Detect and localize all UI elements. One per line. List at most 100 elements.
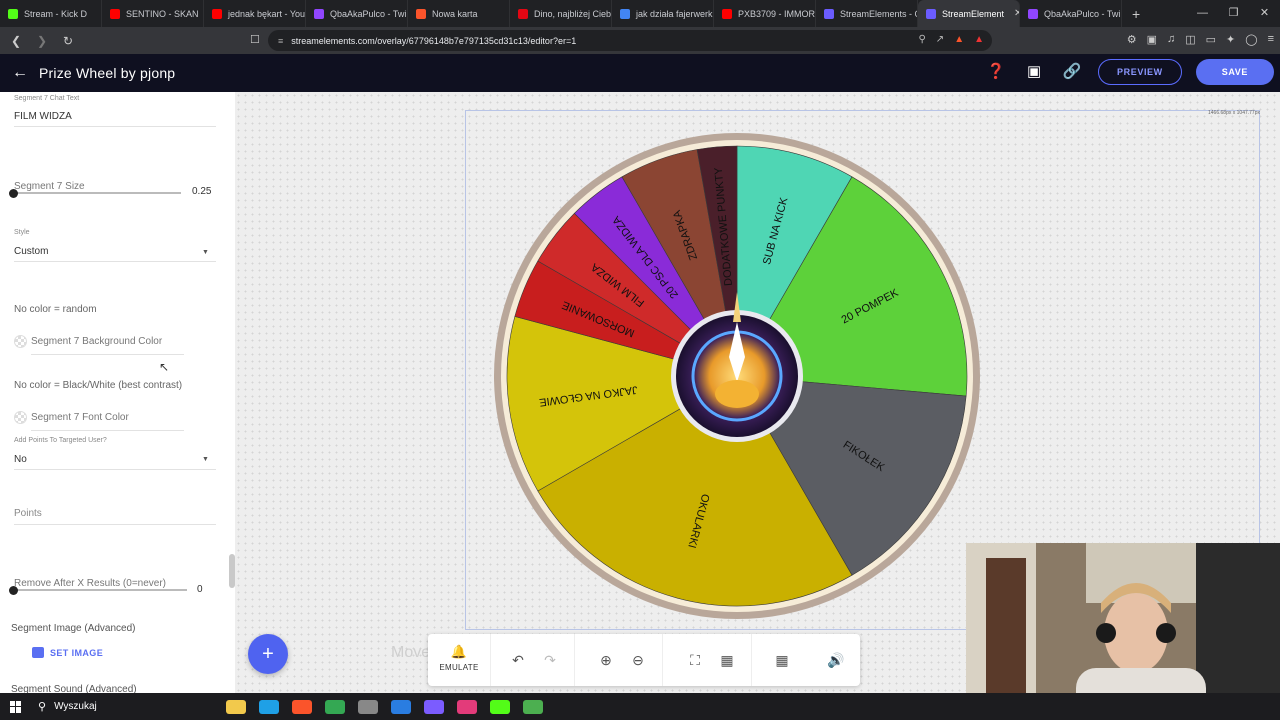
chrome-icon[interactable] <box>325 699 346 714</box>
points-input[interactable]: Points <box>14 508 42 519</box>
url-field[interactable]: ≡ streamelements.com/overlay/67796148b7e… <box>268 30 992 51</box>
tab-favicon-icon <box>8 8 18 19</box>
share-icon[interactable]: ↗ <box>936 34 944 45</box>
grid-icon[interactable]: ▦ <box>766 634 798 686</box>
app-icon-3[interactable] <box>523 699 544 714</box>
size-slider-value: 0.25 <box>192 186 212 197</box>
remove-after-slider-track[interactable] <box>13 589 187 591</box>
forward-icon[interactable]: ❯ <box>32 34 52 48</box>
prize-wheel[interactable]: SUB NA KICK20 POMPEKFIKOŁEKOKULARKIJAJKO… <box>493 132 981 620</box>
windows-start-icon[interactable] <box>10 700 22 713</box>
leo-ai-icon[interactable]: ✦ <box>1226 33 1235 46</box>
undo-icon[interactable]: ↶ <box>502 634 534 686</box>
close-window-icon[interactable]: ✕ <box>1249 0 1280 27</box>
bell-icon: 🔔 <box>450 644 468 659</box>
vpn-icon[interactable]: ◯ <box>1245 33 1257 46</box>
screenshot-icon[interactable]: ▣ <box>1147 33 1157 46</box>
reload-icon[interactable]: ↻ <box>58 34 78 48</box>
bg-color-field[interactable]: Segment 7 Background Color <box>31 336 162 347</box>
points-underline <box>14 524 216 525</box>
help-icon[interactable]: ❓ <box>984 60 1008 84</box>
style-dropdown-arrow-icon[interactable]: ▼ <box>202 249 209 256</box>
toolbar-divider <box>574 634 575 686</box>
restore-icon[interactable]: ❐ <box>1218 0 1249 27</box>
tab-favicon-icon <box>518 8 528 19</box>
segment-sound-heading: Segment Sound (Advanced) <box>11 684 137 693</box>
tab-title: Nowa karta <box>432 8 478 19</box>
chat-text-input[interactable]: FILM WIDZA <box>14 111 72 122</box>
browser-tab[interactable]: QbaAkaPulco - Twi <box>1020 0 1122 27</box>
fullscreen-icon[interactable]: ⛶ <box>679 634 711 686</box>
minimize-icon[interactable]: — <box>1187 0 1218 27</box>
add-widget-button[interactable]: + <box>248 634 288 674</box>
tab-favicon-icon <box>1028 8 1038 19</box>
emulate-label: EMULATE <box>439 663 479 672</box>
chat-text-underline <box>14 126 216 127</box>
back-icon[interactable]: ❮ <box>6 34 26 48</box>
tab-title: SENTINO - SKAN <box>126 8 199 19</box>
extensions-icon[interactable]: ⚙ <box>1127 33 1137 46</box>
preview-button[interactable]: PREVIEW <box>1098 59 1182 85</box>
file-explorer-icon[interactable] <box>226 699 247 714</box>
font-color-field[interactable]: Segment 7 Font Color <box>31 412 129 423</box>
browser-tab[interactable]: StreamElements - C <box>816 0 918 27</box>
zoom-icon[interactable]: ⚲ <box>918 34 925 45</box>
tab-title: jednak bękart - You <box>228 8 306 19</box>
link-icon[interactable]: 🔗 <box>1060 60 1084 84</box>
set-image-label: SET IMAGE <box>50 647 104 658</box>
remove-after-label: Remove After X Results (0=never) <box>14 578 167 589</box>
emulate-button[interactable]: 🔔 EMULATE <box>428 634 491 686</box>
new-tab-icon[interactable]: + <box>1122 6 1150 22</box>
remove-after-slider-thumb[interactable] <box>9 586 18 595</box>
app-icon[interactable] <box>358 699 379 714</box>
style-underline <box>14 261 216 262</box>
browser-tab[interactable]: PXB3709 - IMMORT <box>714 0 816 27</box>
steam-icon[interactable] <box>391 699 412 714</box>
taskbar-search-field[interactable]: Wyszukaj <box>54 701 224 712</box>
browser-tab[interactable]: Stream - Kick D <box>0 0 102 27</box>
bookmark-icon[interactable]: ☐ <box>250 33 260 46</box>
app-icon-2[interactable] <box>457 699 478 714</box>
remove-after-value: 0 <box>197 584 203 595</box>
browser-tab[interactable]: jednak bękart - You <box>204 0 306 27</box>
site-info-icon[interactable]: ≡ <box>278 36 283 46</box>
redo-icon[interactable]: ↷ <box>534 634 566 686</box>
font-color-swatch[interactable] <box>14 411 27 424</box>
exit-fullscreen-icon[interactable]: ▦ <box>711 634 743 686</box>
obs-icon[interactable] <box>424 699 445 714</box>
back-arrow-icon[interactable]: ← <box>12 64 32 82</box>
browser-tab[interactable]: QbaAkaPulco - Twi <box>306 0 408 27</box>
style-select[interactable]: Custom <box>14 246 48 257</box>
kick-icon[interactable] <box>490 699 511 714</box>
bg-color-swatch[interactable] <box>14 335 27 348</box>
overlay-settings-icon[interactable]: ▣ <box>1022 60 1046 84</box>
save-button[interactable]: SAVE <box>1195 59 1274 85</box>
browser-tab[interactable]: Nowa karta <box>408 0 510 27</box>
media-icon[interactable]: ♫ <box>1167 33 1175 46</box>
edge-icon[interactable] <box>259 699 280 714</box>
sidebar-icon[interactable]: ◫ <box>1185 33 1195 46</box>
tab-title: StreamElements - C <box>840 8 918 19</box>
browser-tab-strip: Stream - Kick D SENTINO - SKAN jednak bęka… <box>0 0 1280 27</box>
taskbar-search-icon[interactable]: ⚲ <box>38 700 46 713</box>
brave-icon[interactable] <box>292 699 313 714</box>
browser-tab[interactable]: Dino, najbliżej Cieb <box>510 0 612 27</box>
size-slider-label: Segment 7 Size <box>14 181 85 192</box>
size-slider-track[interactable] <box>13 192 181 194</box>
wallet-icon[interactable]: ▭ <box>1206 33 1216 46</box>
add-points-dropdown-arrow-icon[interactable]: ▼ <box>202 456 209 463</box>
size-slider-thumb[interactable] <box>9 189 18 198</box>
brave-shields-icon[interactable]: ▲ <box>954 34 964 45</box>
set-image-button[interactable]: SET IMAGE <box>32 647 103 658</box>
menu-icon[interactable]: ≡ <box>1268 33 1274 46</box>
browser-tab[interactable]: StreamElement✕ <box>918 0 1020 27</box>
browser-tab[interactable]: jak działa fajerwerk <box>612 0 714 27</box>
tab-favicon-icon <box>926 8 936 19</box>
segment-image-heading: Segment Image (Advanced) <box>11 623 136 634</box>
zoom-in-icon[interactable]: ⊕ <box>590 634 622 686</box>
zoom-out-icon[interactable]: ⊖ <box>622 634 654 686</box>
browser-tab[interactable]: SENTINO - SKAN <box>102 0 204 27</box>
add-points-select[interactable]: No <box>14 454 27 465</box>
volume-icon[interactable]: 🔊 <box>820 634 852 686</box>
brave-rewards-icon[interactable]: ▲ <box>974 34 984 45</box>
